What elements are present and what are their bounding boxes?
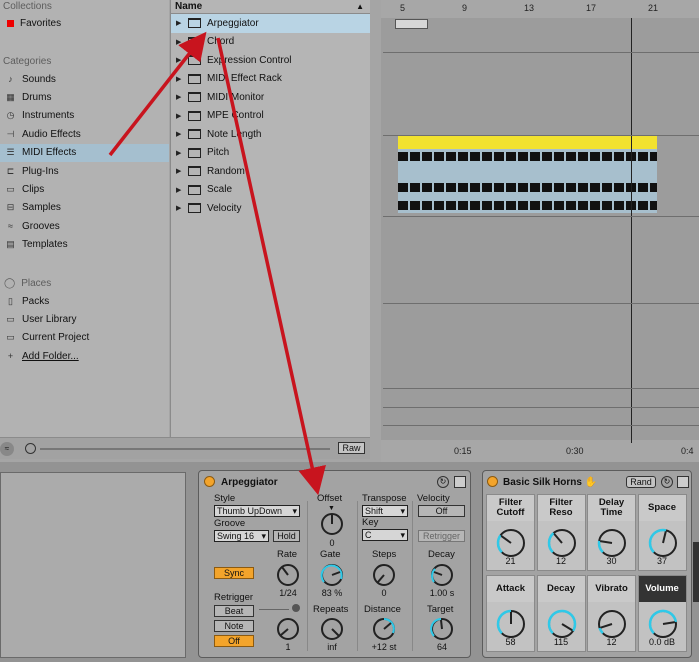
annotation-arrows (108, 31, 326, 496)
annotation-arrow (216, 37, 326, 496)
annotation-arrow (108, 31, 207, 157)
